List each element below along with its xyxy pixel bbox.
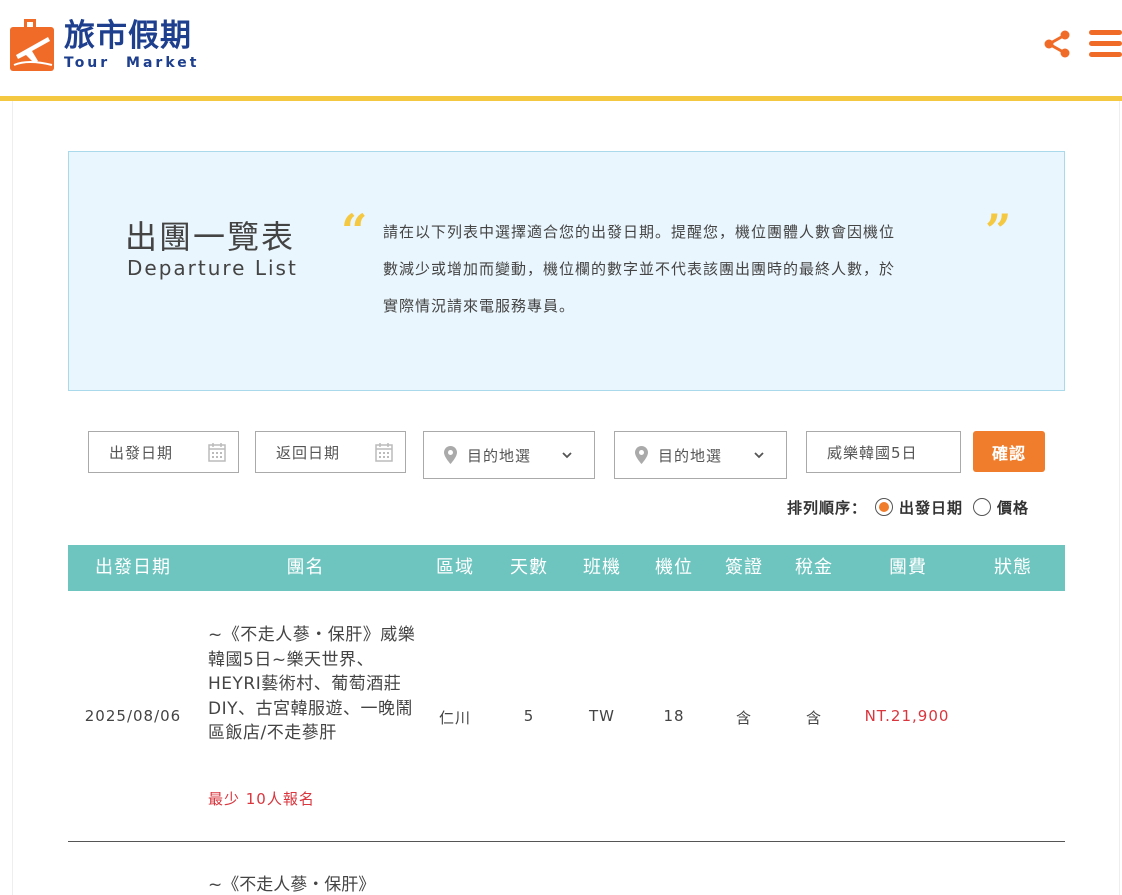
col-tour-name: 團名 <box>286 557 325 578</box>
table-header: 出發日期 團名 區域 天數 班機 機位 簽證 稅金 團費 狀態 <box>68 545 1065 591</box>
col-tax: 稅金 <box>795 557 833 578</box>
depart-date-input[interactable]: 出發日期 <box>88 431 239 473</box>
chevron-down-icon <box>562 452 572 459</box>
depart-date-placeholder: 出發日期 <box>109 443 174 462</box>
col-seats: 機位 <box>655 557 693 578</box>
col-depart-date[interactable]: 出發日期 <box>68 545 198 591</box>
return-date-placeholder: 返回日期 <box>276 443 341 462</box>
col-days: 天數 <box>510 557 548 578</box>
share-icon[interactable] <box>1042 29 1072 59</box>
row-seats: 18 <box>663 707 685 725</box>
keyword-value: 威樂韓國5日 <box>827 443 918 462</box>
row-price: NT.21,900 <box>864 707 950 725</box>
col-visa: 簽證 <box>725 557 763 578</box>
suitcase-plane-icon <box>10 19 54 71</box>
row-tour-name[interactable]: ~《不走人蔘・保肝》威樂韓國5日~樂天世界、HEYRI藝術村、葡萄酒莊DIY、古… <box>208 623 418 746</box>
logo-text-en: Tour Market <box>64 55 200 71</box>
row-depart-date: 2025/08/06 <box>84 707 182 725</box>
destination-select-2[interactable]: 目的地選 <box>614 431 787 479</box>
chevron-down-icon <box>754 452 764 459</box>
col-status: 狀態 <box>994 557 1032 578</box>
col-region: 區域 <box>436 557 474 578</box>
return-date-input[interactable]: 返回日期 <box>255 431 406 473</box>
logo[interactable]: 旅市假期 Tour Market <box>8 14 199 74</box>
sort-by-price-radio[interactable] <box>973 498 992 516</box>
row-visa: 含 <box>735 709 752 727</box>
open-quote-icon: “ <box>341 204 368 258</box>
location-pin-icon <box>444 446 457 464</box>
site-header: 旅市假期 Tour Market <box>0 0 1122 97</box>
row-tax: 含 <box>805 709 822 727</box>
destination-select-1[interactable]: 目的地選 <box>423 431 595 479</box>
sort-by-date-label[interactable]: 出發日期 <box>899 497 963 518</box>
row-tour-name[interactable]: ~《不走人蔘・保肝》 <box>208 873 418 895</box>
destination-2-label: 目的地選 <box>658 446 723 465</box>
hamburger-menu-icon[interactable] <box>1089 30 1122 58</box>
page-title: 出團一覽表 <box>125 218 296 256</box>
logo-text-cn: 旅市假期 <box>64 18 192 54</box>
row-days: 5 <box>523 707 535 725</box>
intro-text: 請在以下列表中選擇適合您的出發日期。提醒您，機位團體人數會因機位 數減少或增加而… <box>383 223 896 315</box>
sort-by-date-radio[interactable] <box>875 498 894 516</box>
intro-box: 出團一覽表 Departure List “ 請在以下列表中選擇適合您的出發日期… <box>68 151 1065 391</box>
confirm-button[interactable]: 確認 <box>973 431 1045 472</box>
col-airline: 班機 <box>583 557 621 578</box>
row-region: 仁川 <box>438 709 471 727</box>
location-pin-icon <box>635 446 648 464</box>
close-quote-icon: ” <box>985 204 1012 258</box>
row-divider <box>68 841 1065 842</box>
row-airline: TW <box>589 707 615 725</box>
col-price[interactable]: 團費 <box>858 545 958 591</box>
calendar-icon <box>208 443 226 462</box>
keyword-input[interactable]: 威樂韓國5日 <box>806 431 961 473</box>
row-min-participants: 最少 10人報名 <box>208 790 315 808</box>
destination-1-label: 目的地選 <box>467 446 532 465</box>
sort-by-price-label[interactable]: 價格 <box>997 497 1029 518</box>
page-subtitle: Departure List <box>127 256 298 280</box>
sort-label: 排列順序： <box>787 498 868 517</box>
calendar-icon <box>375 443 393 462</box>
sort-options: 排列順序： 出發日期 價格 <box>787 496 1029 518</box>
